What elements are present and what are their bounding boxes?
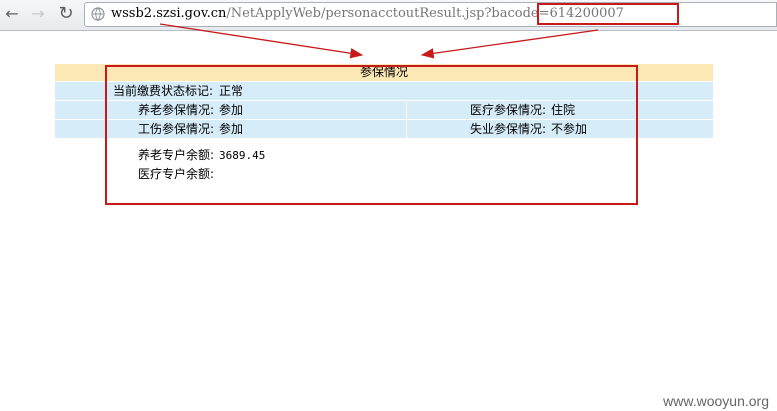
watermark: www.wooyun.org <box>663 393 769 409</box>
arrow-from-query <box>420 29 599 59</box>
arrow-left-icon[interactable]: ← <box>2 4 22 24</box>
annotation-arrows <box>159 23 599 59</box>
arrow-right-icon[interactable]: → <box>28 4 48 24</box>
results-highlight-box <box>105 65 638 205</box>
page-icon <box>91 7 105 24</box>
reload-icon[interactable]: ↻ <box>56 4 76 24</box>
url-host: wssb2.szsi.gov.cn <box>111 6 227 21</box>
url-path: /NetApplyWeb/personacctoutResult.jsp? <box>226 6 492 21</box>
url-query-highlight-box <box>537 3 679 25</box>
